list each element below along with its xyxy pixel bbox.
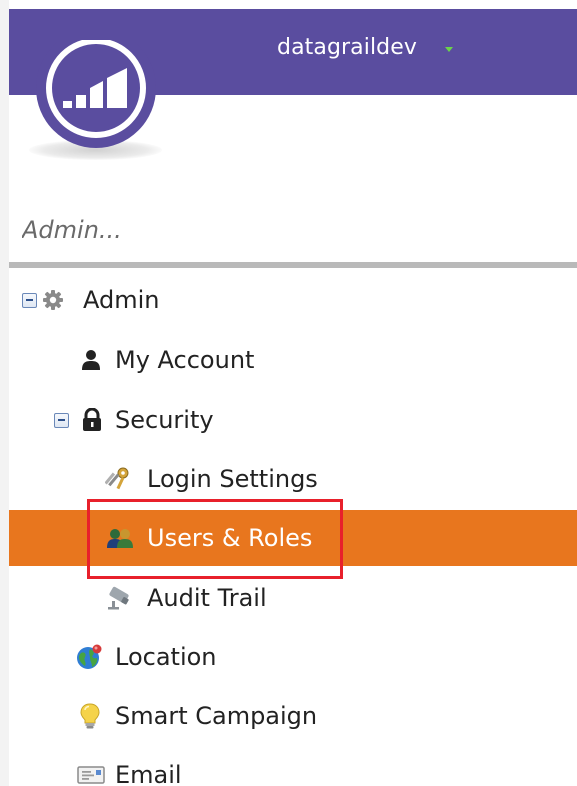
left-edge bbox=[0, 0, 9, 786]
tree-item-email[interactable]: Email bbox=[9, 747, 577, 786]
account-dropdown-icon[interactable] bbox=[445, 47, 453, 52]
tree-item-my-account[interactable]: My Account bbox=[9, 332, 577, 388]
tree-item-login-settings[interactable]: Login Settings bbox=[9, 451, 577, 507]
tree-item-label: Smart Campaign bbox=[115, 702, 318, 730]
account-name[interactable]: datagraildev bbox=[277, 35, 417, 60]
users-icon bbox=[106, 510, 134, 566]
tree-item-security[interactable]: Security bbox=[9, 392, 577, 448]
camera-icon bbox=[106, 570, 134, 626]
keys-icon bbox=[105, 451, 131, 507]
globe-icon bbox=[75, 629, 103, 685]
user-icon bbox=[81, 332, 101, 388]
tree-item-label: Login Settings bbox=[147, 465, 318, 493]
tree-item-label: Users & Roles bbox=[147, 524, 313, 552]
email-icon bbox=[77, 747, 105, 786]
lightbulb-icon bbox=[79, 688, 101, 744]
search-divider bbox=[9, 262, 577, 268]
tree-item-audit-trail[interactable]: Audit Trail bbox=[9, 570, 577, 626]
tree-item-label: Location bbox=[115, 643, 217, 671]
admin-search-input[interactable] bbox=[9, 200, 577, 260]
admin-panel: datagraildev Admin... Admin My Account S… bbox=[0, 0, 577, 786]
collapse-toggle-icon[interactable] bbox=[22, 272, 37, 328]
tree-item-users-roles[interactable]: Users & Roles bbox=[9, 510, 577, 566]
tree-item-label: Security bbox=[115, 406, 214, 434]
admin-search-field[interactable] bbox=[9, 200, 577, 260]
tree-item-label: My Account bbox=[115, 346, 255, 374]
tree-item-label: Admin bbox=[83, 286, 160, 314]
tree-item-label: Audit Trail bbox=[147, 584, 267, 612]
tree-item-location[interactable]: Location bbox=[9, 629, 577, 685]
lock-icon bbox=[81, 392, 103, 448]
gear-icon bbox=[42, 272, 64, 328]
marketo-logo[interactable] bbox=[24, 40, 168, 152]
tree-item-label: Email bbox=[115, 761, 182, 786]
collapse-toggle-icon[interactable] bbox=[54, 392, 69, 448]
tree-item-smart-campaign[interactable]: Smart Campaign bbox=[9, 688, 577, 744]
tree-item-admin[interactable]: Admin bbox=[9, 272, 577, 328]
